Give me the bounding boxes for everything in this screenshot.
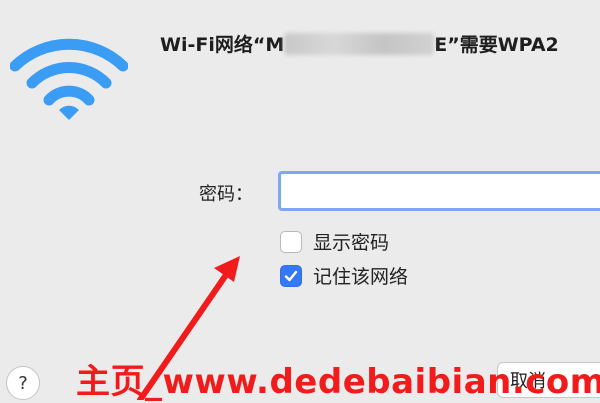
dialog-title: Wi-Fi网络“M E”需要WPA2 — [160, 30, 559, 57]
password-input[interactable] — [278, 171, 600, 211]
password-label: 密码： — [199, 184, 253, 205]
remember-network-label: 记住该网络 — [313, 266, 409, 288]
wifi-icon — [10, 38, 128, 120]
dialog-title-suffix: E”需要WPA2 — [434, 34, 559, 56]
show-password-label: 显示密码 — [313, 232, 390, 254]
show-password-checkbox[interactable] — [280, 230, 302, 253]
show-password-option[interactable]: 显示密码 — [280, 228, 389, 255]
checkmark-icon — [284, 270, 298, 281]
dialog-title-prefix: Wi-Fi网络“M — [160, 34, 285, 56]
watermark-text: 主页_www.dedebaibian.com — [76, 362, 600, 402]
remember-network-option[interactable]: 记住该网络 — [280, 262, 408, 289]
remember-network-checkbox[interactable] — [280, 264, 302, 287]
blurred-network-name — [284, 33, 435, 55]
help-button[interactable]: ? — [6, 366, 40, 400]
